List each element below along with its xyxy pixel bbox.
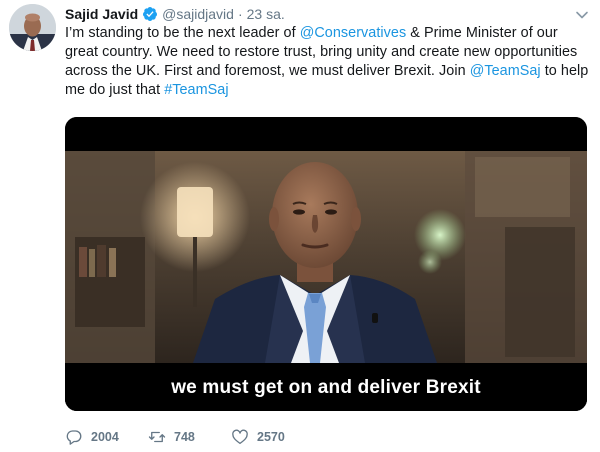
reply-count: 2004 bbox=[91, 430, 119, 444]
separator-dot: · bbox=[237, 6, 243, 22]
retweet-icon bbox=[148, 431, 166, 443]
mention-link[interactable]: @TeamSaj bbox=[470, 63, 541, 79]
retweet-button[interactable]: 748 bbox=[148, 428, 231, 446]
tweet-text-line: me do just that #TeamSaj bbox=[65, 81, 585, 100]
tweet-text-segment: to help bbox=[540, 63, 589, 79]
chevron-down-icon[interactable] bbox=[574, 7, 590, 23]
author-handle[interactable]: @sajidjavid bbox=[162, 6, 234, 22]
like-count: 2570 bbox=[257, 430, 285, 444]
avatar[interactable] bbox=[9, 4, 56, 51]
retweet-count: 748 bbox=[174, 430, 195, 444]
heart-icon bbox=[232, 429, 248, 445]
tweet-text-line: great country. We need to restore trust,… bbox=[65, 43, 585, 62]
verified-badge-icon bbox=[143, 7, 158, 21]
tweet-text-line: I’m standing to be the next leader of @C… bbox=[65, 24, 585, 43]
mention-link[interactable]: @Conservatives bbox=[300, 25, 407, 41]
tweet-actions: 2004 748 2570 bbox=[65, 426, 314, 448]
tweet-text-segment: great country. We need to restore trust,… bbox=[65, 44, 578, 60]
tweet-text: I’m standing to be the next leader of @C… bbox=[65, 24, 588, 100]
hashtag-link[interactable]: #TeamSaj bbox=[164, 82, 228, 98]
video-caption: we must get on and deliver Brexit bbox=[171, 377, 481, 398]
tweet-text-line: across the UK. First and foremost, we mu… bbox=[65, 62, 588, 81]
tweet-header: Sajid Javid @sajidjavid · 23 sa. bbox=[65, 4, 285, 24]
tweet-text-segment: I’m standing to be the next leader of bbox=[65, 25, 300, 41]
like-button[interactable]: 2570 bbox=[231, 428, 314, 446]
tweet-timestamp[interactable]: 23 sa. bbox=[247, 6, 285, 22]
video-thumbnail bbox=[65, 117, 587, 411]
tweet-card: Sajid Javid @sajidjavid · 23 sa. I’m sta… bbox=[0, 0, 600, 452]
author-name[interactable]: Sajid Javid bbox=[65, 6, 138, 22]
reply-button[interactable]: 2004 bbox=[65, 428, 148, 446]
reply-icon bbox=[66, 430, 82, 445]
tweet-text-segment: & Prime Minister of our bbox=[406, 25, 558, 41]
tweet-text-segment: across the UK. First and foremost, we mu… bbox=[65, 63, 470, 79]
video-player[interactable]: we must get on and deliver Brexit bbox=[65, 117, 587, 411]
avatar-image bbox=[9, 4, 56, 51]
tweet-text-segment: me do just that bbox=[65, 82, 165, 98]
